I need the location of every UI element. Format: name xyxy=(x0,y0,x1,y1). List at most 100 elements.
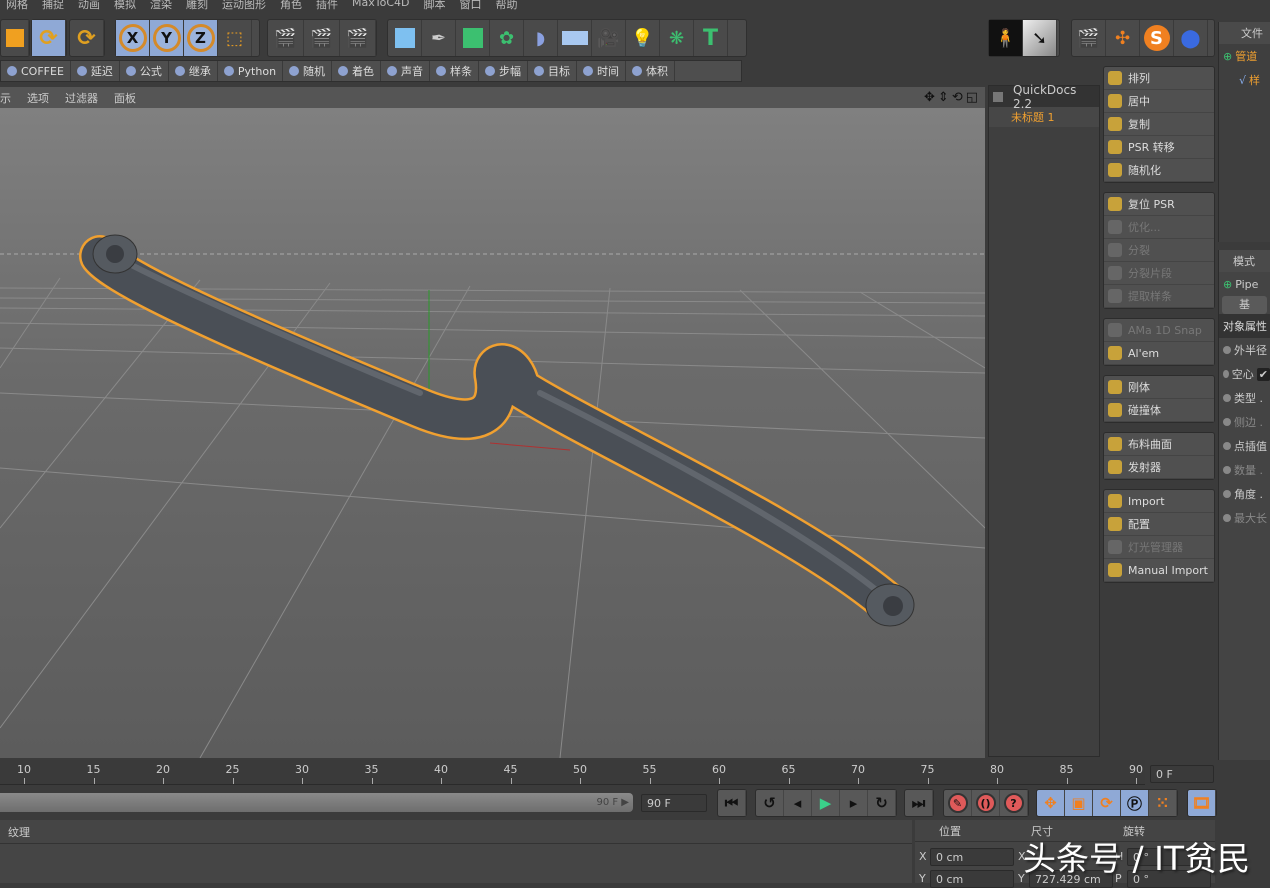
material-menu-texture[interactable]: 纹理 xyxy=(0,820,912,844)
animate-dot-icon[interactable] xyxy=(1223,370,1229,378)
timeline-range-slider[interactable]: 90 F ▶ xyxy=(0,793,633,812)
tab-basic[interactable]: 基 xyxy=(1222,296,1267,314)
xpresso-target[interactable]: 目标 xyxy=(528,61,578,81)
tool-item[interactable]: 复位 PSR xyxy=(1104,193,1214,216)
viewport-menu-options[interactable]: 选项 xyxy=(27,90,49,106)
tool-item[interactable]: 布料曲面 xyxy=(1104,433,1214,456)
attribute-row[interactable]: 数量 . xyxy=(1219,458,1270,482)
scale-key-button[interactable]: ▣ xyxy=(1065,790,1093,816)
attribute-row[interactable]: 角度 . xyxy=(1219,482,1270,506)
object-manager-menu-file[interactable]: 文件 xyxy=(1219,22,1270,44)
tool-item[interactable]: 随机化 xyxy=(1104,159,1214,182)
3d-viewport[interactable] xyxy=(0,108,985,758)
menu-item[interactable]: 插件 xyxy=(316,0,338,12)
xpresso-button[interactable]: ❋ xyxy=(660,20,694,56)
subdivision-button[interactable] xyxy=(456,20,490,56)
xpresso-random[interactable]: 随机 xyxy=(283,61,333,81)
next-key-button[interactable]: ↻ xyxy=(868,790,896,816)
viewport-menu-filter[interactable]: 过滤器 xyxy=(65,90,98,106)
xpresso-coffee[interactable]: COFFEE xyxy=(1,61,71,81)
menu-item[interactable]: 渲染 xyxy=(150,0,172,12)
next-frame-button[interactable]: ▸ xyxy=(840,790,868,816)
menu-item[interactable]: 模拟 xyxy=(114,0,136,12)
menu-item[interactable]: 动画 xyxy=(78,0,100,12)
tool-item[interactable]: 发射器 xyxy=(1104,456,1214,479)
attribute-row[interactable]: 侧边 . xyxy=(1219,410,1270,434)
animate-dot-icon[interactable] xyxy=(1223,418,1231,426)
point-level-button[interactable]: ⁙ xyxy=(1149,790,1177,816)
parameter-key-button[interactable]: Ⓟ xyxy=(1121,790,1149,816)
attribute-row[interactable]: 点插值 xyxy=(1219,434,1270,458)
menu-item[interactable]: 运动图形 xyxy=(222,0,266,12)
floor-button[interactable] xyxy=(558,20,592,56)
position-y-field[interactable]: 0 cm xyxy=(930,870,1014,888)
film-strip-button[interactable]: 🎞 xyxy=(1188,790,1216,816)
deformer-button[interactable]: ◗ xyxy=(524,20,558,56)
drop-button[interactable]: ⬤ xyxy=(1174,20,1208,56)
go-to-end-button[interactable]: ⏭ xyxy=(905,790,933,816)
attribute-row[interactable]: 空心 ✔ xyxy=(1219,362,1270,386)
tool-item[interactable]: PSR 转移 xyxy=(1104,136,1214,159)
coordinate-system-button[interactable]: ⬚ xyxy=(218,20,252,56)
checkbox-checked-icon[interactable]: ✔ xyxy=(1256,367,1270,381)
xpresso-sound[interactable]: 声音 xyxy=(381,61,431,81)
go-to-start-button[interactable]: ⏮ xyxy=(718,790,746,816)
animate-dot-icon[interactable] xyxy=(1223,394,1231,402)
render-settings-button[interactable]: 🎬 xyxy=(340,20,376,56)
spline-pen-button[interactable]: ✒ xyxy=(422,20,456,56)
play-button[interactable]: ▶ xyxy=(812,790,840,816)
animate-dot-icon[interactable] xyxy=(1223,490,1231,498)
xpresso-spline[interactable]: 样条 xyxy=(430,61,480,81)
render-view-button[interactable]: 🎬 xyxy=(268,20,304,56)
timeline-ruler[interactable]: 10 15 20 25 30 35 40 45 50 55 60 65 70 75 80 85 90 xyxy=(0,760,1145,785)
render-picture-viewer-button[interactable]: 🎬 xyxy=(304,20,340,56)
keyframe-selection-button[interactable]: ? xyxy=(1000,790,1028,816)
xpresso-python[interactable]: Python xyxy=(218,61,284,81)
menu-item[interactable]: 捕捉 xyxy=(42,0,64,12)
menu-item[interactable]: 脚本 xyxy=(423,0,445,12)
y-axis-button[interactable]: Y xyxy=(150,20,184,56)
viewport-nav-icons[interactable]: ✥⇕⟲◱ xyxy=(924,90,981,105)
position-x-field[interactable]: 0 cm xyxy=(930,848,1014,866)
animate-dot-icon[interactable] xyxy=(1223,514,1231,522)
viewport-menu-panel[interactable]: 面板 xyxy=(114,90,136,106)
camera-button[interactable]: 🎥 xyxy=(592,20,626,56)
xpresso-volume[interactable]: 体积 xyxy=(626,61,676,81)
record-button[interactable]: ✎ xyxy=(944,790,972,816)
menu-item[interactable]: 网格 xyxy=(6,0,28,12)
attribute-row[interactable]: 外半径 xyxy=(1219,338,1270,362)
menu-item[interactable]: MaxToC4D xyxy=(352,0,409,12)
recent-tool-button[interactable]: ⟳ xyxy=(70,20,104,56)
attribute-row[interactable]: 类型 . xyxy=(1219,386,1270,410)
rotate-tool-button[interactable]: ⟳ xyxy=(32,20,66,56)
clapper-undo-button[interactable]: 🎬 xyxy=(1072,20,1106,56)
object-row-spline[interactable]: √ 样 xyxy=(1219,68,1270,92)
attribute-menu-mode[interactable]: 模式 xyxy=(1219,250,1270,272)
xpresso-shader[interactable]: 着色 xyxy=(332,61,382,81)
pipe-object[interactable] xyxy=(79,235,909,624)
prev-key-button[interactable]: ↺ xyxy=(756,790,784,816)
animate-dot-icon[interactable] xyxy=(1223,442,1231,450)
menu-item[interactable]: 雕刻 xyxy=(186,0,208,12)
tool-item[interactable]: 复制 xyxy=(1104,113,1214,136)
rotation-key-button[interactable]: ⟳ xyxy=(1093,790,1121,816)
text-button[interactable]: T xyxy=(694,20,728,56)
xpresso-delay[interactable]: 延迟 xyxy=(71,61,120,81)
xpresso-inheritance[interactable]: 继承 xyxy=(169,61,218,81)
object-row-pipe[interactable]: ⊕ 管道 xyxy=(1219,44,1270,68)
autokey-button[interactable]: () xyxy=(972,790,1000,816)
xpresso-time[interactable]: 时间 xyxy=(577,61,627,81)
tool-item[interactable]: 排列 xyxy=(1104,67,1214,90)
light-button[interactable]: 💡 xyxy=(626,20,660,56)
end-frame-field[interactable]: 90 F xyxy=(641,794,707,812)
menu-item[interactable]: 帮助 xyxy=(495,0,517,12)
tool-item[interactable]: 居中 xyxy=(1104,90,1214,113)
tool-item[interactable]: 刚体 xyxy=(1104,376,1214,399)
attribute-row[interactable]: 最大长 xyxy=(1219,506,1270,530)
x-axis-button[interactable]: X xyxy=(116,20,150,56)
cube-button[interactable] xyxy=(388,20,422,56)
position-key-button[interactable]: ✥ xyxy=(1037,790,1065,816)
menu-item[interactable]: 角色 xyxy=(280,0,302,12)
scale-tool-button[interactable] xyxy=(1,20,29,56)
tool-item[interactable]: 配置 xyxy=(1104,513,1214,536)
